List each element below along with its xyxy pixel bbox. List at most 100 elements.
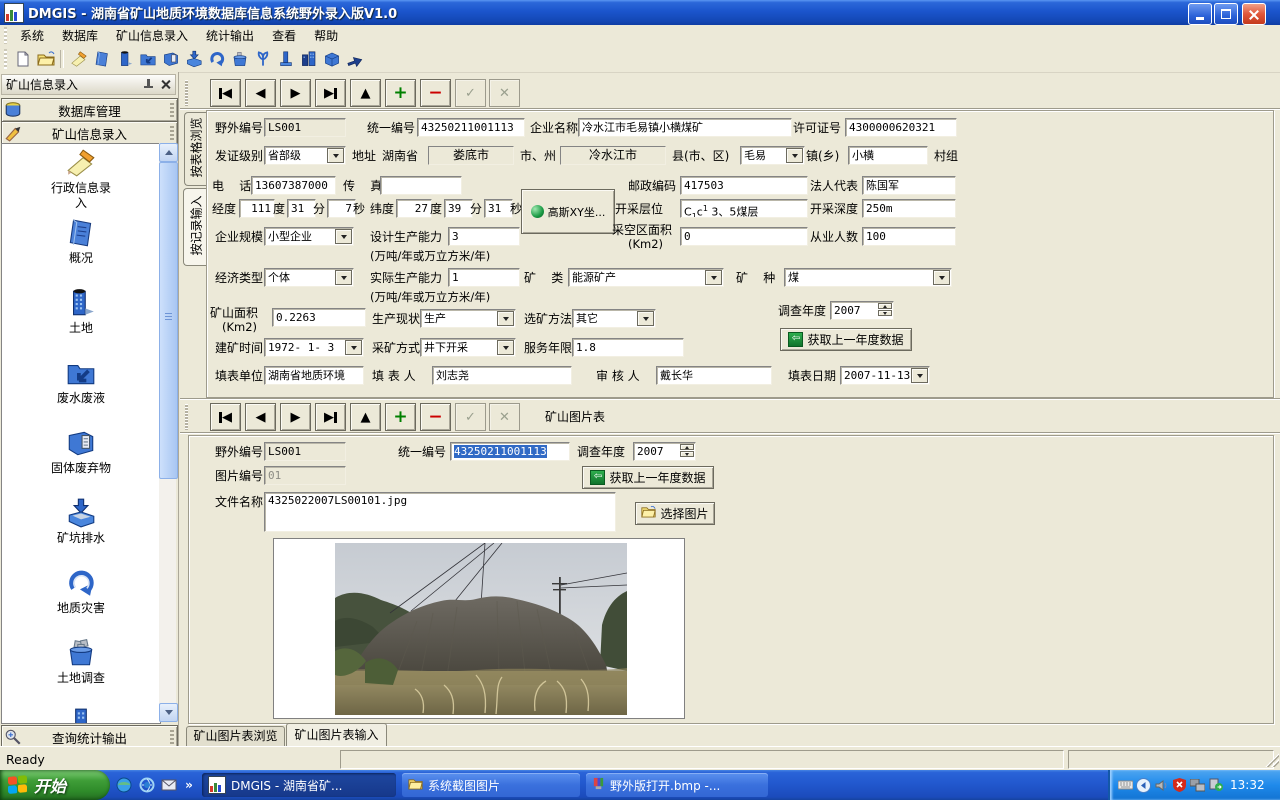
admin-entry-toolbar-icon[interactable] (68, 49, 89, 69)
buildings-toolbar-icon[interactable] (298, 49, 319, 69)
sidebar-group-database[interactable]: 数据库管理 (1, 98, 178, 122)
update-icon[interactable] (1208, 778, 1223, 793)
chevron-down-icon[interactable] (327, 148, 344, 163)
legal-rep-input[interactable]: 陈国军 (862, 176, 956, 195)
chevron-down-icon[interactable] (335, 229, 352, 244)
economic-type-combo[interactable]: 个体 (264, 268, 354, 287)
spinner-buttons[interactable] (680, 444, 694, 457)
pic-nav-first-button[interactable]: ◀ (210, 403, 241, 431)
scroll-down-arrow[interactable] (159, 703, 178, 722)
menu-view[interactable]: 查看 (263, 25, 305, 46)
beneficiation-combo[interactable]: 其它 (572, 309, 656, 328)
mining-layer-input[interactable]: C1c1 3、5煤层 (680, 199, 808, 218)
resize-grip[interactable] (1265, 753, 1279, 767)
county-combo[interactable]: 毛易 (740, 146, 805, 165)
pic-nav-last-button[interactable]: ▶ (315, 403, 346, 431)
nav-top-button[interactable]: ▲ (350, 79, 381, 107)
sidebar-item-geo-hazard[interactable]: 地质灾害 (2, 567, 160, 637)
unified-no-input[interactable]: 43250211001113 (417, 118, 525, 137)
enterprise-scale-combo[interactable]: 小型企业 (264, 227, 354, 246)
chevron-down-icon[interactable] (335, 270, 352, 285)
open-folder-icon[interactable] (35, 49, 56, 69)
nav-last-button[interactable]: ▶ (315, 79, 346, 107)
mining-method-combo[interactable]: 井下开采 (420, 338, 516, 357)
pin-icon[interactable] (143, 79, 154, 90)
pic-get-prev-year-button[interactable]: ⇦ 获取上一年度数据 (582, 466, 714, 489)
spinner-buttons[interactable] (878, 303, 892, 316)
mine-kind-combo[interactable]: 煤 (784, 268, 952, 287)
overview-toolbar-icon[interactable] (91, 49, 112, 69)
nav-prev-button[interactable]: ◀ (245, 79, 276, 107)
geo-hazard-toolbar-icon[interactable] (206, 49, 227, 69)
sidebar-group-mine-entry[interactable]: 矿山信息录入 (1, 121, 178, 145)
pic-unified-no-input[interactable]: 43250211001113 (450, 442, 570, 461)
quicklaunch-ie-icon[interactable] (138, 776, 156, 794)
service-life-input[interactable]: 1.8 (572, 338, 684, 357)
start-button[interactable]: 开始 (0, 770, 110, 800)
taskbar-item-dmgis[interactable]: DMGIS - 湖南省矿... (202, 773, 396, 797)
survey-year-spinner[interactable]: 2007 (830, 301, 894, 320)
sidebar-item-overview[interactable]: 概况 (2, 217, 160, 287)
sidebar-item-admin-entry[interactable]: 行政信息录入 (2, 147, 160, 217)
goaf-area-input[interactable]: 0 (680, 227, 808, 246)
language-bar-icon[interactable] (1136, 778, 1151, 793)
tab-picture-table-input[interactable]: 矿山图片表输入 (286, 723, 387, 746)
quicklaunch-overflow-chevron[interactable]: » (180, 776, 198, 794)
taskbar-clock[interactable]: 13:32 (1230, 778, 1265, 792)
volume-icon[interactable] (1154, 778, 1169, 793)
mine-area-input[interactable]: 0.2263 (272, 308, 366, 327)
land-survey-toolbar-icon[interactable] (229, 49, 250, 69)
get-prev-year-button[interactable]: ⇦ 获取上一年度数据 (780, 328, 912, 351)
close-button[interactable] (1242, 3, 1266, 25)
scrollbar-thumb[interactable] (159, 162, 178, 479)
scroll-up-arrow[interactable] (159, 143, 178, 162)
menu-system[interactable]: 系统 (11, 25, 53, 46)
mine-class-combo[interactable]: 能源矿产 (568, 268, 724, 287)
prod-status-combo[interactable]: 生产 (420, 309, 516, 328)
sidebar-close-icon[interactable] (160, 79, 171, 90)
sidebar-item-land[interactable]: 土地 (2, 287, 160, 357)
latitude-deg-input[interactable]: 27 (396, 199, 432, 218)
chevron-down-icon[interactable] (705, 270, 722, 285)
actual-capacity-input[interactable]: 1 (448, 268, 520, 287)
quicklaunch-messenger-icon[interactable] (115, 776, 133, 794)
phone-input[interactable]: 13607387000 (251, 176, 336, 195)
chevron-down-icon[interactable] (637, 311, 654, 326)
nav-cancel-button[interactable]: ✕ (489, 79, 520, 107)
nav-post-button[interactable]: ✓ (455, 79, 486, 107)
menu-statistics-output[interactable]: 统计输出 (197, 25, 263, 46)
pic-no-input[interactable]: 01 (264, 466, 346, 485)
new-document-icon[interactable] (12, 49, 33, 69)
mining-depth-input[interactable]: 250m (862, 199, 956, 218)
minimize-button[interactable] (1188, 3, 1212, 25)
longitude-sec-input[interactable]: 7 (327, 199, 356, 218)
menu-mine-info-entry[interactable]: 矿山信息录入 (107, 25, 197, 46)
menu-database[interactable]: 数据库 (53, 25, 107, 46)
longitude-min-input[interactable]: 31 (287, 199, 316, 218)
nav-next-button[interactable]: ▶ (280, 79, 311, 107)
pic-nav-delete-button[interactable]: − (420, 403, 451, 431)
sidebar-item-land-survey[interactable]: 土地调查 (2, 637, 160, 707)
fill-date-combo[interactable]: 2007-11-13 (840, 366, 930, 385)
enterprise-name-input[interactable]: 冷水江市毛易镇小横煤矿 (578, 118, 792, 137)
design-capacity-input[interactable]: 3 (448, 227, 520, 246)
fill-person-input[interactable]: 刘志尧 (432, 366, 572, 385)
nav-add-button[interactable]: + (385, 79, 416, 107)
taskbar-item-screenshots-folder[interactable]: 系统截图图片 (402, 773, 580, 797)
quicklaunch-outlook-icon[interactable] (160, 776, 178, 794)
menu-help[interactable]: 帮助 (305, 25, 347, 46)
pic-survey-year-spinner[interactable]: 2007 (633, 442, 696, 461)
sidebar-item-wastewater[interactable]: 废水废液 (2, 357, 160, 427)
pic-field-no-input[interactable]: LS001 (264, 442, 346, 461)
wastewater-toolbar-icon[interactable] (137, 49, 158, 69)
town-input[interactable]: 小横 (848, 146, 928, 165)
cert-level-combo[interactable]: 省部级 (264, 146, 346, 165)
pic-nav-cancel-button[interactable]: ✕ (489, 403, 520, 431)
pic-nav-post-button[interactable]: ✓ (455, 403, 486, 431)
navbar-grip[interactable] (185, 80, 188, 106)
latitude-sec-input[interactable]: 31 (484, 199, 513, 218)
build-time-combo[interactable]: 1972- 1- 3 (264, 338, 364, 357)
restore-button[interactable] (1214, 3, 1238, 25)
chevron-down-icon[interactable] (345, 340, 362, 355)
tab-table-browse[interactable]: 按表格浏览 (184, 112, 207, 186)
